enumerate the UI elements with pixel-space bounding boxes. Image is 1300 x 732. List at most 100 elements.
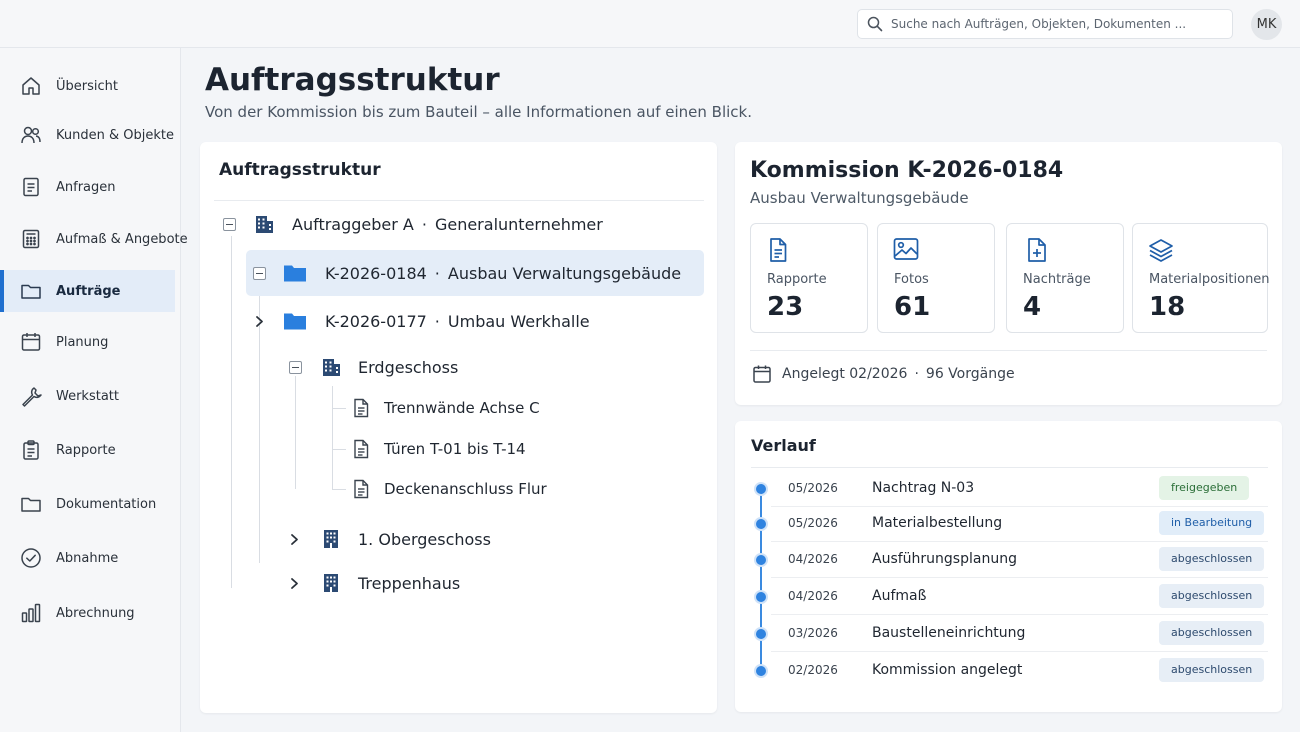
history-panel: Verlauf 05/2026 Nachtrag N-03 freigegebe… — [735, 421, 1282, 712]
divider — [771, 651, 1268, 652]
timeline-entry[interactable]: 05/2026 Materialbestellung in Bearbeitun… — [751, 506, 1268, 542]
divider — [751, 467, 1268, 468]
tree-leaf-item[interactable]: Deckenanschluss Flur — [352, 477, 547, 501]
chevron-right-icon[interactable] — [253, 315, 266, 328]
status-badge: abgeschlossen — [1159, 547, 1265, 571]
timeline-entry[interactable]: 04/2026 Ausführungsplanung abgeschlossen — [751, 542, 1268, 578]
tree-node-floor[interactable]: 1. Obergeschoss — [288, 526, 491, 552]
tree-node-commission[interactable]: K-2026-0184 · Ausbau Verwaltungsgebäude — [253, 260, 681, 286]
created-date: Angelegt 02/2026 — [782, 366, 908, 382]
chevron-right-icon[interactable] — [288, 533, 301, 546]
entry-name: Nachtrag N-03 — [872, 480, 975, 496]
search-box[interactable] — [857, 9, 1233, 39]
sidebar-item-label: Planung — [56, 334, 109, 350]
entry-date: 04/2026 — [788, 552, 838, 566]
sidebar-item-kunden-objekte[interactable]: Kunden & Objekte — [0, 114, 175, 156]
status-badge: abgeschlossen — [1159, 621, 1265, 645]
check-circle-icon — [21, 548, 41, 568]
page-title: Auftragsstruktur — [205, 62, 500, 98]
sidebar: Übersicht Kunden & Objekte Anfragen Aufm… — [0, 48, 188, 732]
entry-name: Materialbestellung — [872, 515, 1003, 531]
stat-card-fotos[interactable]: Fotos 61 — [877, 223, 995, 333]
tree-node-floor[interactable]: Erdgeschoss — [289, 354, 458, 380]
tree-node-floor[interactable]: Treppenhaus — [288, 570, 460, 596]
stat-label: Fotos — [894, 272, 929, 287]
collapse-toggle[interactable] — [223, 217, 236, 231]
chevron-right-icon[interactable] — [288, 577, 301, 590]
calendar-icon — [21, 333, 41, 351]
commission-details-panel: Kommission K-2026-0184 Ausbau Verwaltung… — [735, 142, 1282, 405]
structure-tree-panel: Auftragsstruktur Auftraggeber A · Genera… — [200, 142, 717, 713]
folder-icon — [284, 313, 306, 330]
timeline-dot — [754, 590, 768, 604]
collapse-toggle[interactable] — [253, 266, 266, 280]
sidebar-item-rapporte[interactable]: Rapporte — [0, 429, 175, 471]
entry-name: Baustelleneinrichtung — [872, 625, 1026, 641]
document-icon — [354, 479, 369, 499]
sidebar-item-uebersicht[interactable]: Übersicht — [0, 65, 175, 107]
sidebar-item-label: Dokumentation — [56, 496, 157, 512]
entry-name: Aufmaß — [872, 588, 927, 604]
status-badge: abgeschlossen — [1159, 584, 1265, 608]
stat-label: Nachträge — [1023, 272, 1091, 287]
search-input[interactable] — [891, 17, 1221, 31]
sidebar-item-anfragen[interactable]: Anfragen — [0, 166, 175, 208]
tree-leaf-item[interactable]: Türen T-01 bis T-14 — [352, 437, 526, 461]
layers-icon — [1149, 239, 1173, 262]
floor-name: 1. Obergeschoss — [358, 529, 491, 549]
sidebar-item-label: Rapporte — [56, 442, 116, 458]
timeline-entry[interactable]: 03/2026 Baustelleneinrichtung abgeschlos… — [751, 616, 1268, 652]
building-icon — [323, 359, 340, 376]
divider — [750, 350, 1267, 351]
process-count: 96 Vorgänge — [925, 366, 1015, 382]
sidebar-item-label: Übersicht — [56, 78, 118, 94]
timeline-entry[interactable]: 02/2026 Kommission angelegt abgeschlosse… — [751, 653, 1268, 689]
commission-id: K-2026-0177 — [325, 311, 427, 331]
tree-node-client[interactable]: Auftraggeber A · Generalunternehmer — [223, 211, 603, 237]
timeline-entry[interactable]: 05/2026 Nachtrag N-03 freigegeben — [751, 471, 1268, 507]
stat-value: 4 — [1023, 292, 1042, 322]
timeline-entry[interactable]: 04/2026 Aufmaß abgeschlossen — [751, 579, 1268, 615]
clipboard-icon — [23, 440, 39, 460]
panel-title: Auftragsstruktur — [219, 160, 381, 180]
separator: · — [434, 311, 440, 331]
sidebar-item-abnahme[interactable]: Abnahme — [0, 537, 175, 579]
commission-meta: Angelegt 02/2026 · 96 Vorgänge — [752, 364, 1015, 384]
client-type: Generalunternehmer — [434, 214, 603, 234]
entry-date: 03/2026 — [788, 626, 838, 640]
sidebar-item-aufmass-angebote[interactable]: Aufmaß & Angebote — [0, 218, 188, 260]
tree-leaf-item[interactable]: Trennwände Achse C — [352, 396, 540, 420]
sidebar-item-auftraege[interactable]: Aufträge — [0, 270, 175, 312]
commission-title: Kommission K-2026-0184 — [750, 158, 1064, 183]
collapse-toggle[interactable] — [289, 360, 302, 374]
stat-card-nachtraege[interactable]: Nachträge 4 — [1006, 223, 1124, 333]
sidebar-item-dokumentation[interactable]: Dokumentation — [0, 483, 175, 525]
sidebar-item-werkstatt[interactable]: Werkstatt — [0, 375, 175, 417]
building-icon — [256, 216, 273, 233]
home-icon — [22, 77, 40, 95]
sidebar-item-planung[interactable]: Planung — [0, 321, 175, 363]
page-subtitle: Von der Kommission bis zum Bauteil – all… — [205, 103, 752, 121]
avatar[interactable]: MK — [1251, 9, 1282, 40]
item-name: Türen T-01 bis T-14 — [384, 440, 526, 458]
status-badge: freigegeben — [1159, 476, 1250, 500]
tree-node-commission[interactable]: K-2026-0177 · Umbau Werkhalle — [253, 308, 590, 334]
folder-icon — [21, 284, 41, 299]
tree-connector — [231, 236, 232, 588]
sidebar-item-abrechnung[interactable]: Abrechnung — [0, 592, 175, 634]
separator: · — [421, 214, 427, 234]
stat-card-rapporte[interactable]: Rapporte 23 — [750, 223, 868, 333]
stat-value: 18 — [1149, 292, 1186, 322]
sidebar-item-label: Aufträge — [56, 283, 121, 299]
sidebar-item-label: Kunden & Objekte — [56, 127, 174, 143]
document-icon — [354, 439, 369, 459]
divider — [771, 614, 1268, 615]
floor-name: Erdgeschoss — [358, 357, 459, 377]
sidebar-item-label: Abrechnung — [56, 605, 135, 621]
search-icon — [867, 16, 883, 32]
item-name: Trennwände Achse C — [384, 399, 540, 417]
entry-date: 05/2026 — [788, 516, 838, 530]
stat-value: 23 — [767, 292, 804, 322]
stat-card-materialpositionen[interactable]: Materialpositionen 18 — [1132, 223, 1270, 333]
item-name: Deckenanschluss Flur — [384, 480, 547, 498]
